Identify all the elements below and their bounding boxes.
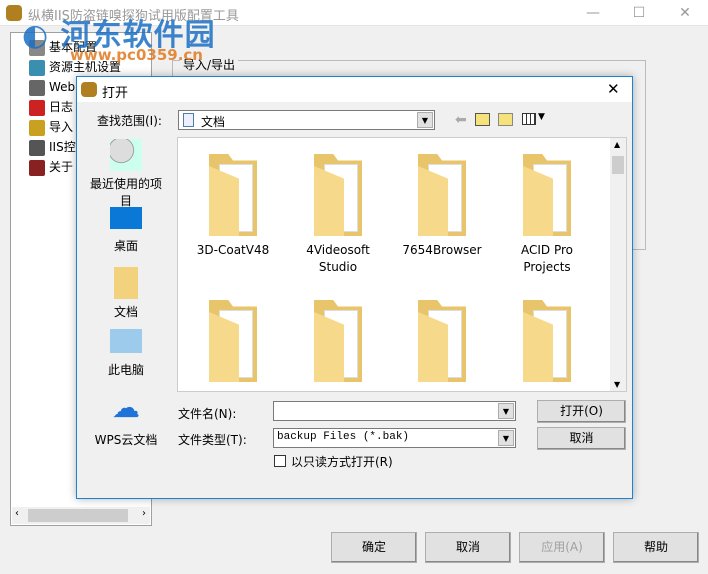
filename-input[interactable]: ▼ xyxy=(273,401,516,421)
desktop-icon xyxy=(110,207,142,229)
recent-icon xyxy=(110,139,142,171)
tree-item-label: 日志 xyxy=(49,100,74,114)
dialog-title: 打开 xyxy=(102,86,129,101)
app-icon xyxy=(6,5,22,21)
folder-label: 7654Browser xyxy=(402,243,482,257)
folder-item[interactable]: 3D-CoatV48 xyxy=(183,154,283,259)
tree-item-label: 关于 xyxy=(49,160,74,174)
horizontal-scrollbar[interactable]: ‹ › xyxy=(12,507,150,524)
documents-icon xyxy=(114,267,138,299)
apply-button[interactable]: 应用(A) xyxy=(519,532,605,563)
folder-icon xyxy=(414,154,470,236)
dialog-close-button[interactable]: ✕ xyxy=(607,80,620,98)
folder-icon xyxy=(519,154,575,236)
folder-item[interactable]: 7654Browser xyxy=(392,154,492,259)
vertical-scrollbar[interactable]: ▲ ▼ xyxy=(610,138,626,391)
folder-icon xyxy=(414,300,470,382)
filetype-label: 文件类型(T): xyxy=(178,433,247,447)
chevron-down-icon[interactable]: ▼ xyxy=(417,112,433,128)
filetype-value: backup Files (*.bak) xyxy=(277,431,410,443)
tree-item-label: Web xyxy=(49,80,76,94)
folder-item[interactable]: ACID Pro Projects xyxy=(497,154,597,276)
place-label: WPS云文档 xyxy=(94,433,158,447)
open-button[interactable]: 打开(O) xyxy=(537,400,626,423)
tree-item-icon xyxy=(29,59,45,76)
place-desktop[interactable]: 桌面 xyxy=(85,207,167,254)
tree-item-icon xyxy=(29,99,45,116)
help-button[interactable]: 帮助 xyxy=(613,532,699,563)
cancel-button[interactable]: 取消 xyxy=(425,532,511,563)
tree-item-label: IIS控 xyxy=(49,140,76,154)
file-list[interactable]: ▲ ▼ 3D-CoatV48 4Videosoft Studio 7654Brows… xyxy=(177,137,627,392)
folder-item[interactable] xyxy=(392,300,492,388)
look-in-label: 查找范围(I): xyxy=(97,114,162,128)
chevron-down-icon[interactable]: ▼ xyxy=(498,430,514,446)
tree-item-icon xyxy=(29,119,45,136)
view-dropdown-icon[interactable]: ▼ xyxy=(538,112,545,122)
cloud-icon: ☁ xyxy=(112,391,140,424)
close-button[interactable]: ✕ xyxy=(662,0,708,26)
dialog-cancel-button[interactable]: 取消 xyxy=(537,427,626,450)
tree-item-label: 导入 xyxy=(49,120,74,134)
place-wps-cloud[interactable]: ☁ WPS云文档 xyxy=(85,391,167,448)
tree-item[interactable]: 导入 xyxy=(29,117,73,137)
look-in-value: 文档 xyxy=(201,115,226,129)
place-label: 此电脑 xyxy=(107,363,144,377)
view-menu-icon[interactable] xyxy=(522,113,536,125)
places-bar: 最近使用的项目 桌面 文档 此电脑 ☁ WPS云文档 xyxy=(85,137,169,447)
up-folder-icon[interactable] xyxy=(475,113,490,126)
dialog-titlebar: 打开 ✕ xyxy=(77,77,632,102)
folder-item[interactable] xyxy=(497,300,597,388)
open-file-dialog: 打开 ✕ 查找范围(I): 文档 ▼ ⬅ ▼ 最近使用的项目 桌面 文档 此电脑… xyxy=(76,76,633,499)
folder-icon xyxy=(205,154,261,236)
tree-item-icon xyxy=(29,159,45,176)
dialog-app-icon xyxy=(81,82,97,97)
tree-item[interactable]: 日志 xyxy=(29,97,73,117)
computer-icon xyxy=(110,329,142,353)
folder-item[interactable] xyxy=(288,300,388,388)
readonly-label: 以只读方式打开(R) xyxy=(291,455,393,469)
maximize-button[interactable]: ☐ xyxy=(616,0,662,26)
place-recent[interactable]: 最近使用的项目 xyxy=(85,139,167,209)
minimize-button[interactable]: — xyxy=(570,0,616,26)
folder-label: ACID Pro Projects xyxy=(520,243,573,274)
document-icon xyxy=(183,113,194,127)
place-documents[interactable]: 文档 xyxy=(85,267,167,320)
place-label: 最近使用的项目 xyxy=(89,177,162,208)
readonly-checkbox[interactable] xyxy=(274,455,286,467)
folder-icon xyxy=(519,300,575,382)
folder-icon xyxy=(310,300,366,382)
folder-icon xyxy=(310,154,366,236)
filetype-select[interactable]: backup Files (*.bak) ▼ xyxy=(273,428,516,448)
folder-item[interactable] xyxy=(183,300,283,388)
tree-item-icon xyxy=(29,139,45,156)
chevron-down-icon[interactable]: ▼ xyxy=(498,403,514,419)
folder-label: 3D-CoatV48 xyxy=(196,243,270,257)
folder-icon xyxy=(205,300,261,382)
place-label: 桌面 xyxy=(113,239,138,253)
tree-item[interactable]: Web xyxy=(29,77,75,97)
tree-item[interactable]: 关于 xyxy=(29,157,73,177)
look-in-combo[interactable]: 文档 ▼ xyxy=(178,110,435,130)
tree-item-icon xyxy=(29,79,45,96)
ok-button[interactable]: 确定 xyxy=(331,532,417,563)
place-this-pc[interactable]: 此电脑 xyxy=(85,329,167,378)
filename-label: 文件名(N): xyxy=(178,407,237,421)
new-folder-icon[interactable] xyxy=(498,113,513,126)
back-icon[interactable]: ⬅ xyxy=(455,112,467,128)
watermark-url: www.pc0359.cn xyxy=(70,46,203,64)
folder-label: 4Videosoft Studio xyxy=(306,243,370,274)
tree-item[interactable]: IIS控 xyxy=(29,137,76,157)
place-label: 文档 xyxy=(113,305,138,319)
folder-item[interactable]: 4Videosoft Studio xyxy=(288,154,388,276)
